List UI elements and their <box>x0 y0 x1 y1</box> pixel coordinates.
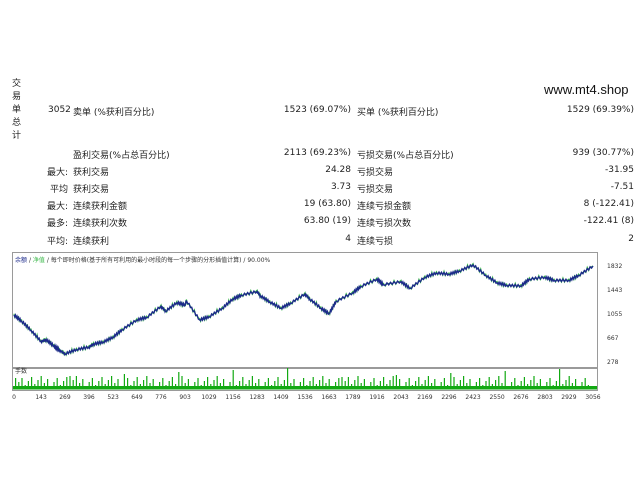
profit-trades-label: 盈利交易(%占总百分比) <box>73 151 170 161</box>
price-panel-frame <box>12 252 598 368</box>
average-loss-label: 亏损交易 <box>357 185 394 195</box>
x-tick-label: 649 <box>131 394 143 401</box>
max-consecutive-losses-value: 8 (-122.41) <box>583 199 634 209</box>
maximal-consecutive-profit-label: 连续获利次数 <box>73 219 128 229</box>
volume-bar <box>504 371 506 388</box>
profit-trades-value: 2113 (69.23%) <box>283 148 351 158</box>
largest-loss-value: -31.95 <box>604 165 634 175</box>
watermark: www.mt4.shop <box>544 82 629 97</box>
average-consecutive-wins-label: 连续获利 <box>73 237 110 247</box>
x-tick-label: 2929 <box>561 394 576 401</box>
x-tick-label: 2676 <box>513 394 528 401</box>
equity-legend: 净值 <box>33 256 45 264</box>
x-tick-label: 3056 <box>585 394 600 401</box>
max-consecutive-wins-label: 连续获利金额 <box>73 202 128 212</box>
x-tick-label: 2296 <box>441 394 456 401</box>
max-prefix: 最大: <box>46 202 68 212</box>
volume-label: 手数 <box>15 367 27 375</box>
average-consecutive-losses-label: 连续亏损 <box>357 237 394 247</box>
x-tick-label: 1536 <box>297 394 312 401</box>
maximal-consecutive-loss-label: 连续亏损次数 <box>357 219 412 229</box>
largest-prefix: 最大: <box>46 168 68 178</box>
y-tick-label: 1055 <box>607 311 622 318</box>
average-profit-value: 3.73 <box>330 182 351 192</box>
x-tick-label: 1156 <box>225 394 240 401</box>
y-tick-label: 1443 <box>607 287 622 294</box>
side-title-char: 交 <box>12 79 22 89</box>
x-tick-label: 2169 <box>417 394 432 401</box>
volume-bar <box>559 369 561 388</box>
side-title-char: 计 <box>12 131 22 141</box>
y-tick-label: 1832 <box>607 263 622 270</box>
x-tick-label: 1029 <box>201 394 216 401</box>
chart-header: 余额 / 净值 / 每个即时价格(基于所有可利用的最小时段的每一个步骤的分形插值… <box>15 256 271 264</box>
x-tick-label: 2423 <box>465 394 480 401</box>
x-tick-label: 523 <box>107 394 119 401</box>
maximal-prefix: 最多: <box>46 219 68 229</box>
max-consecutive-wins-value: 19 (63.80) <box>303 199 351 209</box>
volume-bar <box>123 374 125 388</box>
x-tick-label: 1916 <box>369 394 384 401</box>
short-positions-value: 1523 (69.07%) <box>283 105 351 115</box>
x-tick-label: 2803 <box>537 394 552 401</box>
loss-trades-value: 939 (30.77%) <box>572 148 634 158</box>
long-positions-label: 买单 (%获利百分比) <box>357 108 439 118</box>
total-trades-value: 3052 <box>48 105 71 115</box>
modelling-quality: 90.00% <box>247 257 270 264</box>
avg-prefix: 平均: <box>46 237 68 247</box>
loss-trades-label: 亏损交易(%占总百分比) <box>357 151 454 161</box>
x-tick-label: 1789 <box>345 394 360 401</box>
legend-separator: / <box>243 257 246 264</box>
x-tick-label: 903 <box>179 394 191 401</box>
maximal-consecutive-loss-value: -122.41 (8) <box>583 216 634 226</box>
max-consecutive-losses-label: 连续亏损金额 <box>357 202 412 212</box>
average-profit-label: 获利交易 <box>73 185 110 195</box>
average-consecutive-wins-value: 4 <box>345 234 351 244</box>
x-tick-label: 1409 <box>273 394 288 401</box>
short-positions-label: 卖单 (%获利百分比) <box>73 108 155 118</box>
volume-bar <box>450 373 452 388</box>
side-title: 交 易 单 总 计 <box>12 78 22 143</box>
average-loss-value: -7.51 <box>610 182 634 192</box>
long-positions-value: 1529 (69.39%) <box>566 105 634 115</box>
x-tick-label: 396 <box>83 394 95 401</box>
volume-bar <box>287 368 289 388</box>
x-tick-label: 0 <box>12 394 16 401</box>
x-tick-label: 2043 <box>393 394 408 401</box>
volume-baseline <box>13 386 597 390</box>
largest-profit-label: 获利交易 <box>73 168 110 178</box>
legend-separator: / <box>29 257 32 264</box>
average-consecutive-losses-value: 2 <box>628 234 634 244</box>
legend-separator: / <box>47 257 50 264</box>
side-title-char: 单 <box>12 105 22 115</box>
x-tick-label: 1663 <box>321 394 336 401</box>
y-tick-label: 278 <box>607 359 619 366</box>
x-tick-label: 269 <box>59 394 71 401</box>
balance-chart: 余额 / 净值 / 每个即时价格(基于所有可利用的最小时段的每一个步骤的分形插值… <box>12 252 622 401</box>
average-prefix: 平均 <box>49 185 68 195</box>
balance-legend: 余额 <box>15 256 27 264</box>
side-title-char: 总 <box>12 118 22 128</box>
x-tick-label: 1283 <box>249 394 264 401</box>
y-tick-label: 667 <box>607 335 619 342</box>
side-title-char: 易 <box>12 92 22 102</box>
x-tick-label: 2550 <box>489 394 504 401</box>
volume-bar <box>178 372 180 388</box>
maximal-consecutive-profit-value: 63.80 (19) <box>303 216 351 226</box>
model-description: 每个即时价格(基于所有可利用的最小时段的每一个步骤的分形插值计算) <box>51 256 242 264</box>
x-tick-label: 776 <box>155 394 167 401</box>
volume-bar <box>232 370 234 388</box>
x-tick-label: 143 <box>35 394 47 401</box>
largest-profit-value: 24.28 <box>325 165 351 175</box>
largest-loss-label: 亏损交易 <box>357 168 394 178</box>
